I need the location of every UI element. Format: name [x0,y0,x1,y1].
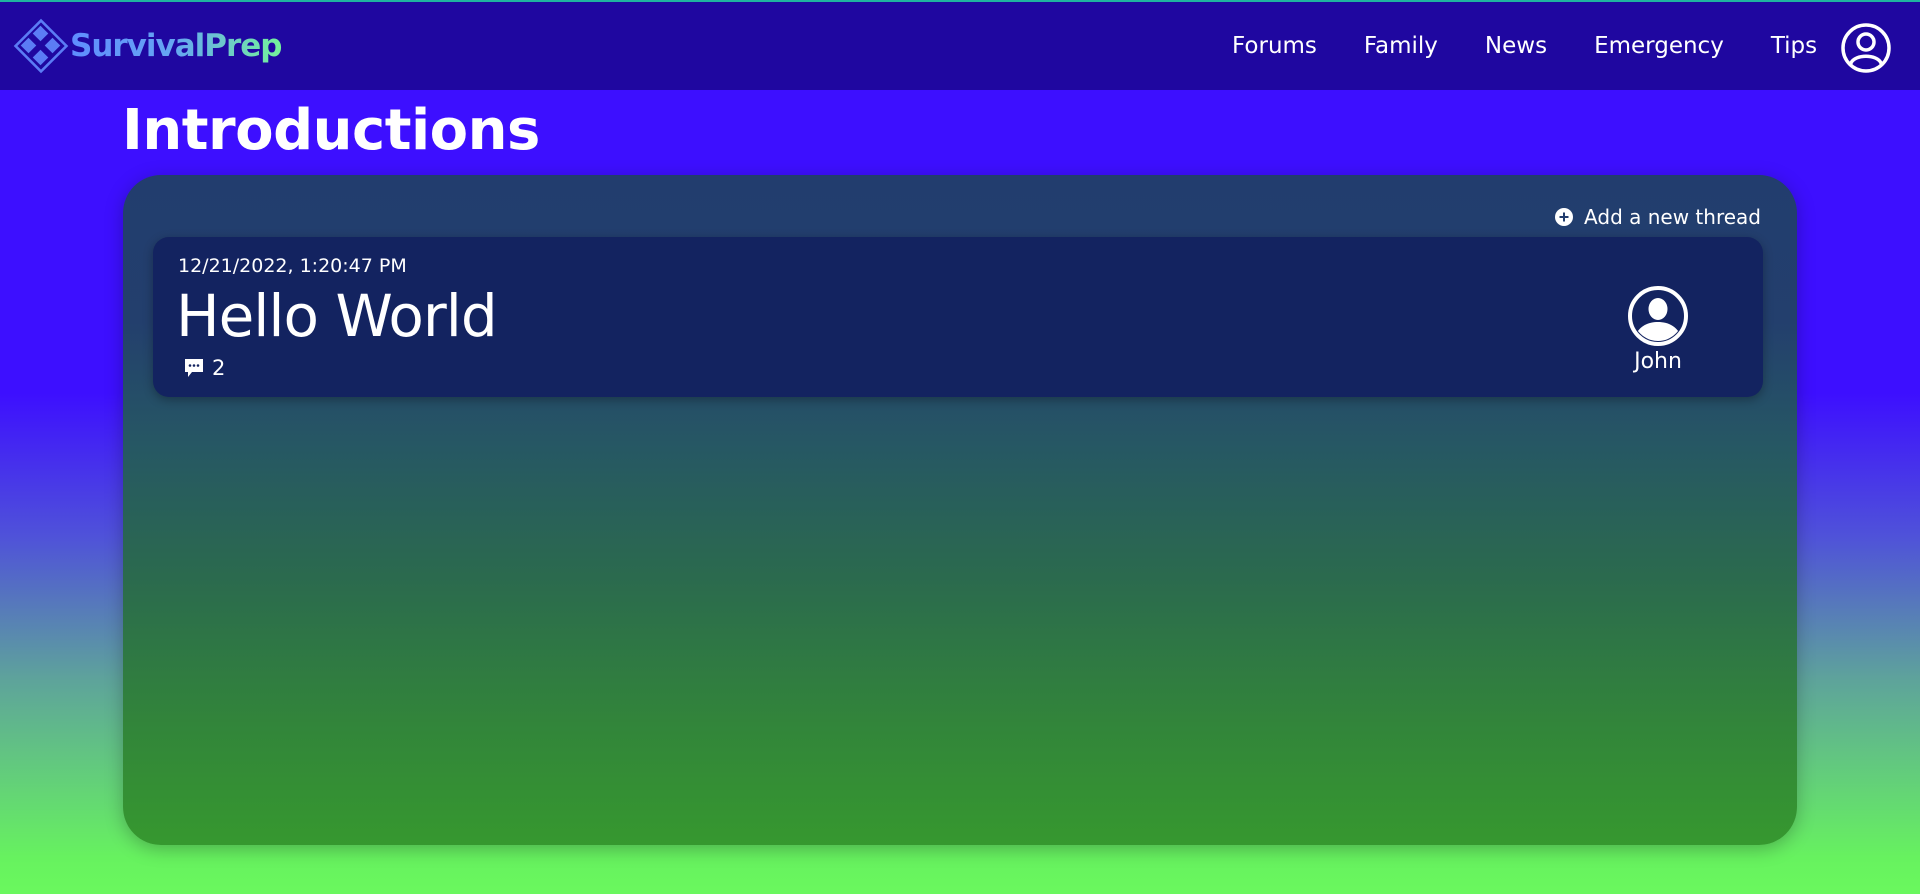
nav-item-family[interactable]: Family [1364,33,1438,59]
brand-name[interactable]: SurvivalPrep [70,28,282,64]
thread-date: 12/21/2022, 1:20:47 PM [178,255,407,277]
user-circle-icon[interactable] [1840,22,1892,74]
nav-item-news[interactable]: News [1485,33,1547,59]
thread-title[interactable]: Hello World [176,282,498,350]
diamond-grid-logo-icon[interactable] [13,18,69,74]
main-nav: Forums Family News Emergency Tips [1232,2,1817,90]
speech-bubble-icon [185,359,203,377]
threads-panel: Add a new thread 12/21/2022, 1:20:47 PM … [123,175,1797,845]
page-title: Introductions [122,98,540,163]
add-thread-button[interactable]: Add a new thread [1555,205,1761,229]
comment-count: 2 [183,356,225,380]
comment-count-value: 2 [212,356,226,380]
add-thread-label: Add a new thread [1584,205,1761,229]
thread-author[interactable]: John [1623,285,1693,374]
nav-item-emergency[interactable]: Emergency [1594,33,1724,59]
author-name: John [1634,349,1682,374]
plus-circle-icon [1555,208,1574,226]
nav-item-forums[interactable]: Forums [1232,33,1317,59]
navbar: SurvivalPrep Forums Family News Emergenc… [0,2,1920,90]
nav-item-tips[interactable]: Tips [1771,33,1817,59]
thread-card[interactable]: 12/21/2022, 1:20:47 PM Hello World 2 Joh… [153,237,1763,397]
user-avatar-icon [1628,286,1688,346]
